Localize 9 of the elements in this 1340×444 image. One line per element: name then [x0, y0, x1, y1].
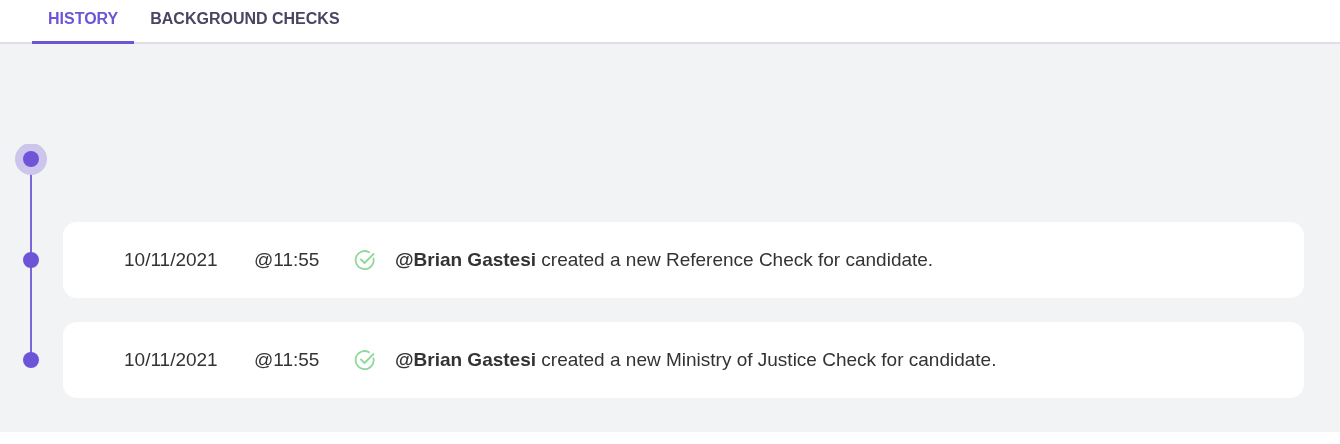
entry-message: @Brian Gastesi created a new Ministry of Justice Check for candidate.	[395, 347, 997, 372]
entry-time: @11:55	[254, 247, 321, 272]
entry-date: 10/11/2021	[124, 347, 219, 372]
entry-date: 10/11/2021	[124, 247, 219, 272]
entry-message: @Brian Gastesi created a new Reference Check for candidate.	[395, 247, 934, 272]
check-circle-icon	[354, 349, 376, 371]
check-circle-icon	[354, 249, 376, 271]
entry-time: @11:55	[254, 347, 321, 372]
tab[interactable]: BACKGROUND CHECKS	[134, 7, 356, 44]
